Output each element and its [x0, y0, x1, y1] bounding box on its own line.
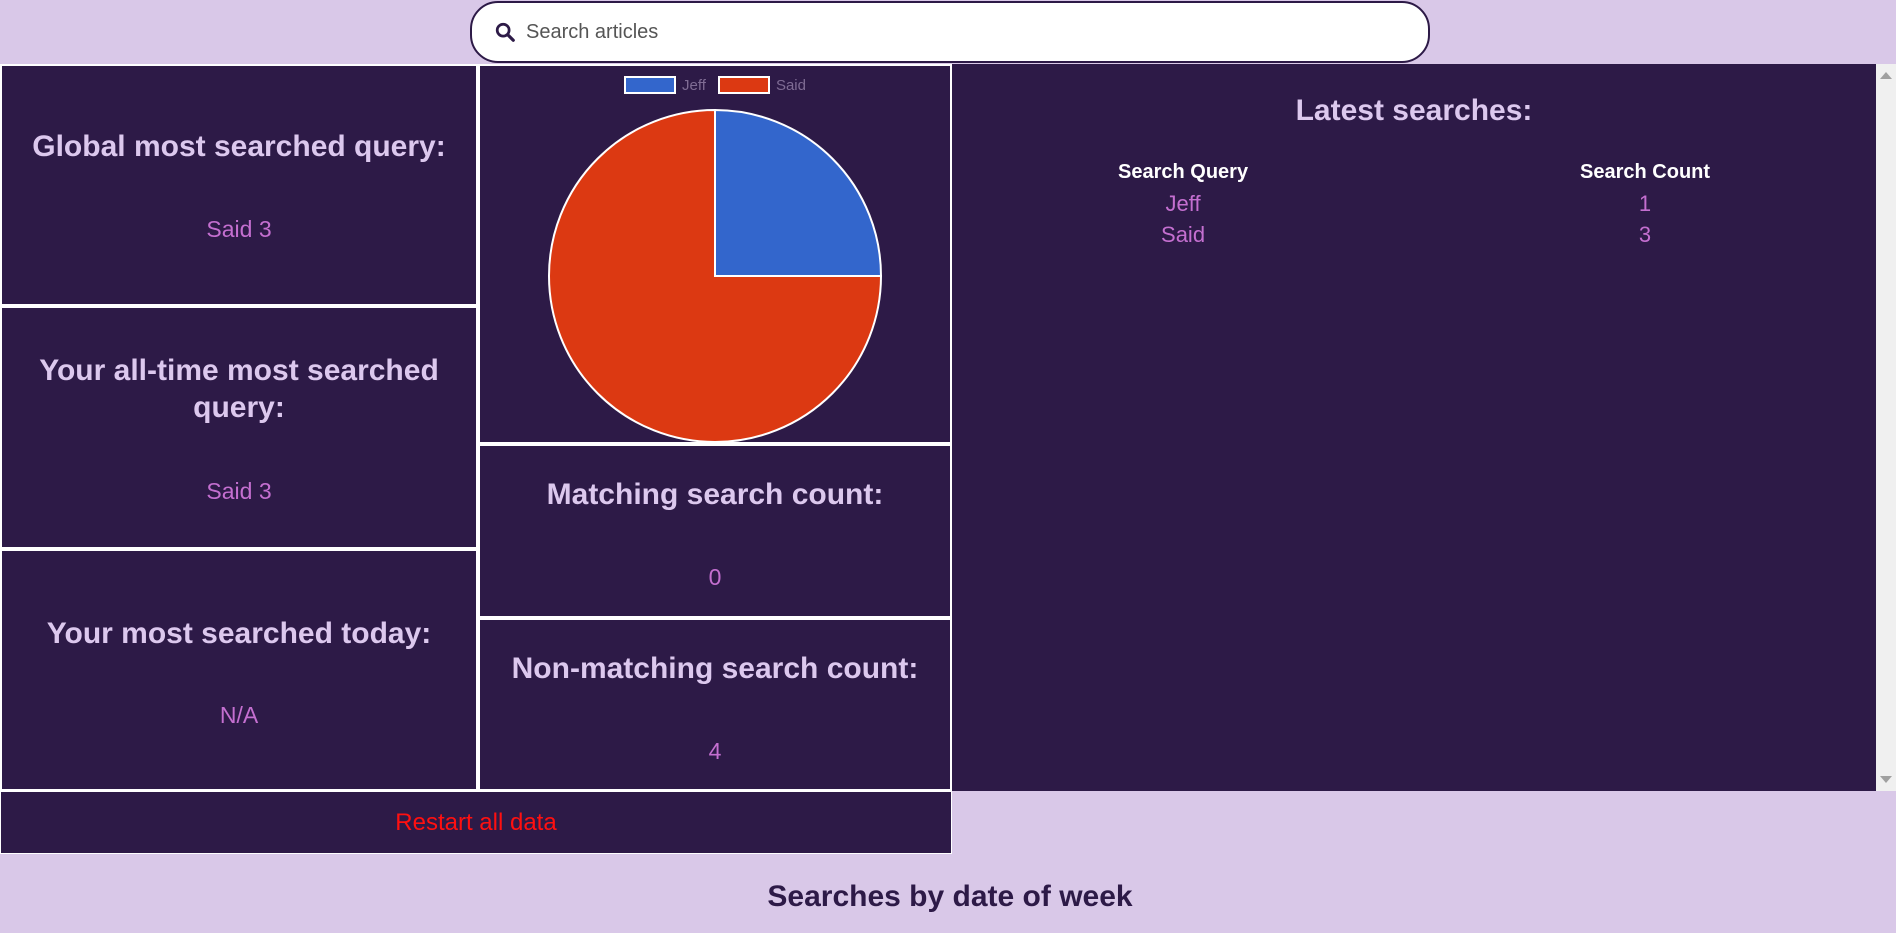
- latest-searches-title: Latest searches:: [1295, 94, 1533, 127]
- count-cell: 3: [1638, 221, 1652, 247]
- card-title: Your most searched today:: [46, 617, 432, 650]
- pie-chart: [548, 108, 883, 443]
- card-title: Non-matching search count:: [511, 652, 919, 685]
- card-value: N/A: [219, 702, 259, 728]
- matching-count-card: Matching search count: 0: [478, 444, 952, 618]
- query-cell: Said: [1161, 221, 1206, 247]
- count-cell: 1: [1638, 190, 1652, 216]
- search-input[interactable]: [526, 20, 1406, 44]
- card-value: Said 3: [206, 478, 272, 504]
- searches-by-date-title: Searches by date of week: [767, 880, 1133, 913]
- restart-all-data-button[interactable]: Restart all data: [0, 791, 952, 854]
- card-value: 4: [708, 738, 722, 764]
- column-header-query: Search Query: [1118, 160, 1249, 183]
- card-title: Matching search count:: [546, 478, 884, 511]
- card-value: 0: [708, 564, 722, 590]
- pie-chart-card: Jeff Said: [478, 64, 952, 444]
- non-matching-count-card: Non-matching search count: 4: [478, 618, 952, 791]
- today-most-searched-card: Your most searched today: N/A: [0, 549, 478, 791]
- pie-slice-jeff[interactable]: [714, 108, 883, 277]
- latest-searches-table: Search Query Search Count Jeff 1 Said 3: [952, 156, 1876, 250]
- global-most-searched-card: Global most searched query: Said 3: [0, 64, 478, 306]
- scrollbar[interactable]: [1876, 64, 1896, 791]
- all-time-most-searched-card: Your all-time most searched query: Said …: [0, 306, 478, 549]
- card-title: Global most searched query:: [32, 130, 446, 163]
- table-row: Said 3: [952, 219, 1876, 250]
- scroll-up-arrow-icon[interactable]: [1880, 72, 1892, 79]
- latest-searches-panel: Latest searches: Search Query Search Cou…: [952, 64, 1876, 791]
- table-header-row: Search Query Search Count: [952, 156, 1876, 188]
- search-icon: [495, 22, 515, 42]
- search-bar[interactable]: [470, 1, 1430, 63]
- query-cell: Jeff: [1165, 190, 1201, 216]
- card-title: Your all-time most searched query:: [39, 354, 439, 424]
- card-value: Said 3: [206, 216, 272, 242]
- table-row: Jeff 1: [952, 188, 1876, 219]
- scroll-down-arrow-icon[interactable]: [1880, 776, 1892, 783]
- column-header-count: Search Count: [1580, 160, 1711, 183]
